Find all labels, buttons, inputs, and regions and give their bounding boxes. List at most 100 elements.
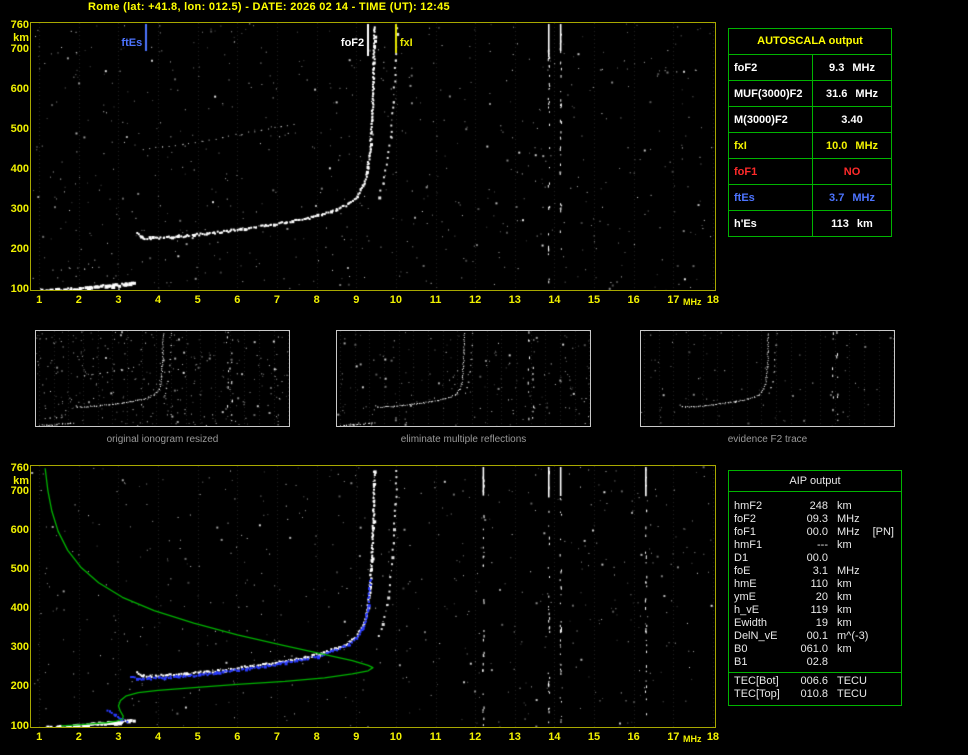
aip-row-value: 119 <box>810 604 828 616</box>
autoscala-row-value: 31.6 MHz <box>825 87 879 100</box>
main-ionogram-plot-frame <box>30 22 716 291</box>
main-ionogram-canvas <box>31 23 715 290</box>
aip-row-unit: km <box>837 500 852 512</box>
x-tick-label: 17 <box>667 294 680 306</box>
aip-table-title: AIP output <box>729 471 901 492</box>
aip-row-unit: MHz <box>837 565 860 577</box>
x-tick-label: 6 <box>234 294 241 306</box>
aip-output-table: AIP output hmF2 248 km foF2 09.3 MHz foF1 00.0 M… <box>728 470 902 706</box>
aip-row-hmF2: hmF2 248 km <box>734 500 896 513</box>
x-tick-label: 2 <box>75 294 82 306</box>
x-tick-label: 10 <box>389 294 403 306</box>
autoscala-row-label: ftEs <box>729 185 813 210</box>
aip-row-foE: foE 3.1 MHz <box>734 565 896 578</box>
thumbnail-caption: original ionogram resized <box>106 434 219 445</box>
x-tick-label: 5 <box>194 294 201 306</box>
x-tick-label: 5 <box>194 731 201 743</box>
x-tick-label: 11 <box>429 731 442 743</box>
aip-row-unit: TECU <box>837 688 867 700</box>
autoscala-row-label: MUF(3000)F2 <box>729 81 813 106</box>
aip-row-value: --- <box>817 539 828 551</box>
aip-row-name: B1 <box>734 656 748 668</box>
autoscala-row-label: M(3000)F2 <box>729 107 813 132</box>
x-tick-label: 18 <box>706 731 720 743</box>
y-tick-label: 500 <box>10 122 29 135</box>
aip-row-name: TEC[Top] <box>734 688 780 700</box>
aip-row-unit: km <box>837 604 852 616</box>
autoscala-row-label: foF1 <box>729 159 813 184</box>
autoscala-row-value: 113 km <box>831 217 873 230</box>
autoscala-table-title: AUTOSCALA output <box>729 29 891 55</box>
thumbnail-canvas <box>641 331 894 426</box>
aip-row-B0: B0 061.0 km <box>734 643 896 656</box>
thumbnail-caption: evidence F2 trace <box>727 434 808 445</box>
aip-row-name: B0 <box>734 643 748 655</box>
y-tick-label: 700 <box>10 42 29 55</box>
aip-row-value: 00.0 <box>806 526 828 538</box>
thumbnail-canvas <box>36 331 289 426</box>
x-tick-label: 12 <box>469 731 482 743</box>
aip-row-TEC[Bot]: TEC[Bot] 006.6 TECU <box>734 675 896 688</box>
x-tick-label: 1 <box>36 294 43 306</box>
autoscala-row-value: 10.0 MHz <box>825 139 879 152</box>
aip-row-unit: km <box>837 591 852 603</box>
aip-row-unit: km <box>837 539 852 551</box>
y-tick-label: 300 <box>10 641 29 654</box>
x-tick-label: 14 <box>548 731 561 743</box>
y-axis-unit-label: km <box>13 474 29 487</box>
x-tick-label: 3 <box>115 294 122 306</box>
aip-row-Ewidth: Ewidth 19 km <box>734 617 896 630</box>
x-tick-label: 8 <box>313 731 320 743</box>
aip-row-name: hmF1 <box>734 539 763 551</box>
autoscala-row-value: NO <box>843 165 861 178</box>
aip-row-value: 3.1 <box>812 565 828 577</box>
x-tick-label: 8 <box>313 294 320 306</box>
aip-row-name: foE <box>734 565 751 577</box>
autoscala-row-ftEs: ftEs 3.7 MHz <box>729 185 891 211</box>
autoscala-row-value: 3.7 MHz <box>829 191 875 204</box>
y-tick-label: 200 <box>10 242 29 255</box>
x-tick-label: 12 <box>469 294 482 306</box>
aip-row-foF2: foF2 09.3 MHz <box>734 513 896 526</box>
aip-row-h_vE: h_vE 119 km <box>734 604 896 617</box>
aip-row-name: DelN_vE <box>734 630 778 642</box>
aip-row-name: h_vE <box>734 604 760 616</box>
x-tick-label: 9 <box>353 294 360 306</box>
y-tick-label: 700 <box>10 484 29 497</box>
autoscala-row-foF2: foF2 9.3 MHz <box>729 55 891 81</box>
aip-tec-rows: TEC[Bot] 006.6 TECU TEC[Top] 010.8 TECU <box>729 672 901 705</box>
x-axis-unit-label: MHz <box>683 297 702 307</box>
autoscala-row-label: h'Es <box>729 211 813 236</box>
aip-row-flag: [PN] <box>872 526 894 538</box>
autoscala-row-value: 3.40 <box>841 113 863 126</box>
x-tick-label: 6 <box>234 731 241 743</box>
aip-row-value: 010.8 <box>800 688 828 700</box>
x-tick-label: 7 <box>273 731 281 743</box>
profile-ionogram-plot-frame <box>30 465 716 728</box>
marker-label-foF2: foF2 <box>340 37 365 49</box>
y-tick-label: 100 <box>10 719 29 732</box>
aip-row-value: 248 <box>809 500 828 512</box>
aip-row-unit: km <box>837 643 852 655</box>
autoscala-row-MUF(3000)F2: MUF(3000)F2 31.6 MHz <box>729 81 891 107</box>
aip-row-value: 02.8 <box>806 656 828 668</box>
x-tick-label: 16 <box>627 731 640 743</box>
autoscala-row-label: foF2 <box>729 55 813 80</box>
y-axis-unit-label: km <box>13 31 29 44</box>
y-tick-label: 500 <box>10 563 29 576</box>
aip-row-name: TEC[Bot] <box>734 675 779 687</box>
aip-row-value: 00.0 <box>806 552 828 564</box>
aip-row-name: foF1 <box>734 526 757 538</box>
aip-row-unit: km <box>837 617 852 629</box>
x-tick-label: 1 <box>36 731 43 743</box>
x-tick-label: 17 <box>667 731 680 743</box>
y-tick-label: 760 <box>10 18 29 31</box>
aip-table-rows: hmF2 248 km foF2 09.3 MHz foF1 00.0 MHz [PN] hmF1 -… <box>729 492 901 670</box>
x-tick-label: 10 <box>389 731 403 743</box>
thumbnail-original-ionogram <box>35 330 290 427</box>
aip-row-name: hmF2 <box>734 500 763 512</box>
x-tick-label: 4 <box>155 294 162 306</box>
x-tick-label: 13 <box>508 294 521 306</box>
y-tick-label: 600 <box>10 82 29 95</box>
x-tick-label: 4 <box>155 731 162 743</box>
